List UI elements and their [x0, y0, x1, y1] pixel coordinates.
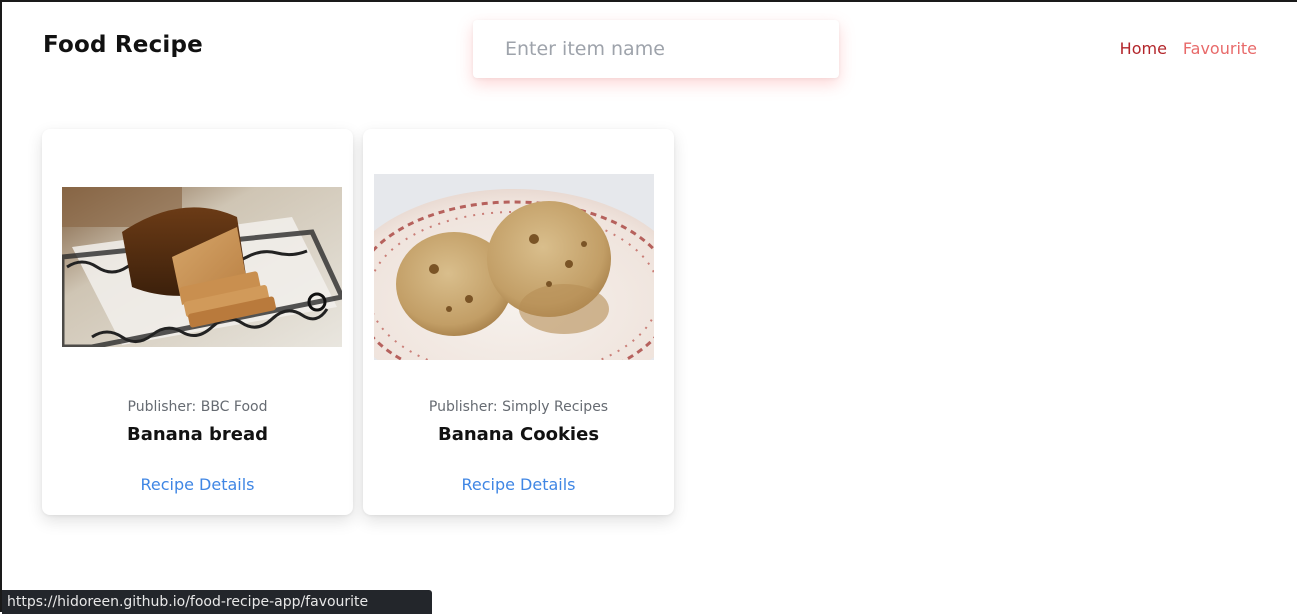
search-input[interactable]	[473, 20, 839, 78]
banana-cookies-image	[374, 174, 654, 360]
banana-bread-image	[62, 187, 342, 347]
recipe-image	[374, 174, 654, 360]
app-title: Food Recipe	[43, 32, 203, 58]
recipe-details-link[interactable]: Recipe Details	[42, 475, 353, 494]
recipe-publisher: Publisher: BBC Food	[127, 399, 268, 415]
recipe-image	[62, 187, 342, 347]
nav-favourite-link[interactable]: Favourite	[1183, 39, 1257, 58]
search-box[interactable]	[473, 20, 839, 78]
recipe-card: Publisher: BBC Food Banana bread Recipe …	[42, 129, 353, 515]
browser-status-bar: https://hidoreen.github.io/food-recipe-a…	[2, 590, 432, 614]
main-nav: Home Favourite	[1120, 39, 1257, 58]
nav-home-link[interactable]: Home	[1120, 39, 1167, 58]
recipe-card: Publisher: Simply Recipes Banana Cookies…	[363, 129, 674, 515]
recipe-publisher: Publisher: Simply Recipes	[428, 399, 609, 415]
recipe-title: Banana Cookies	[437, 424, 600, 445]
recipe-details-link[interactable]: Recipe Details	[363, 475, 674, 494]
recipe-title: Banana bread	[126, 424, 269, 445]
